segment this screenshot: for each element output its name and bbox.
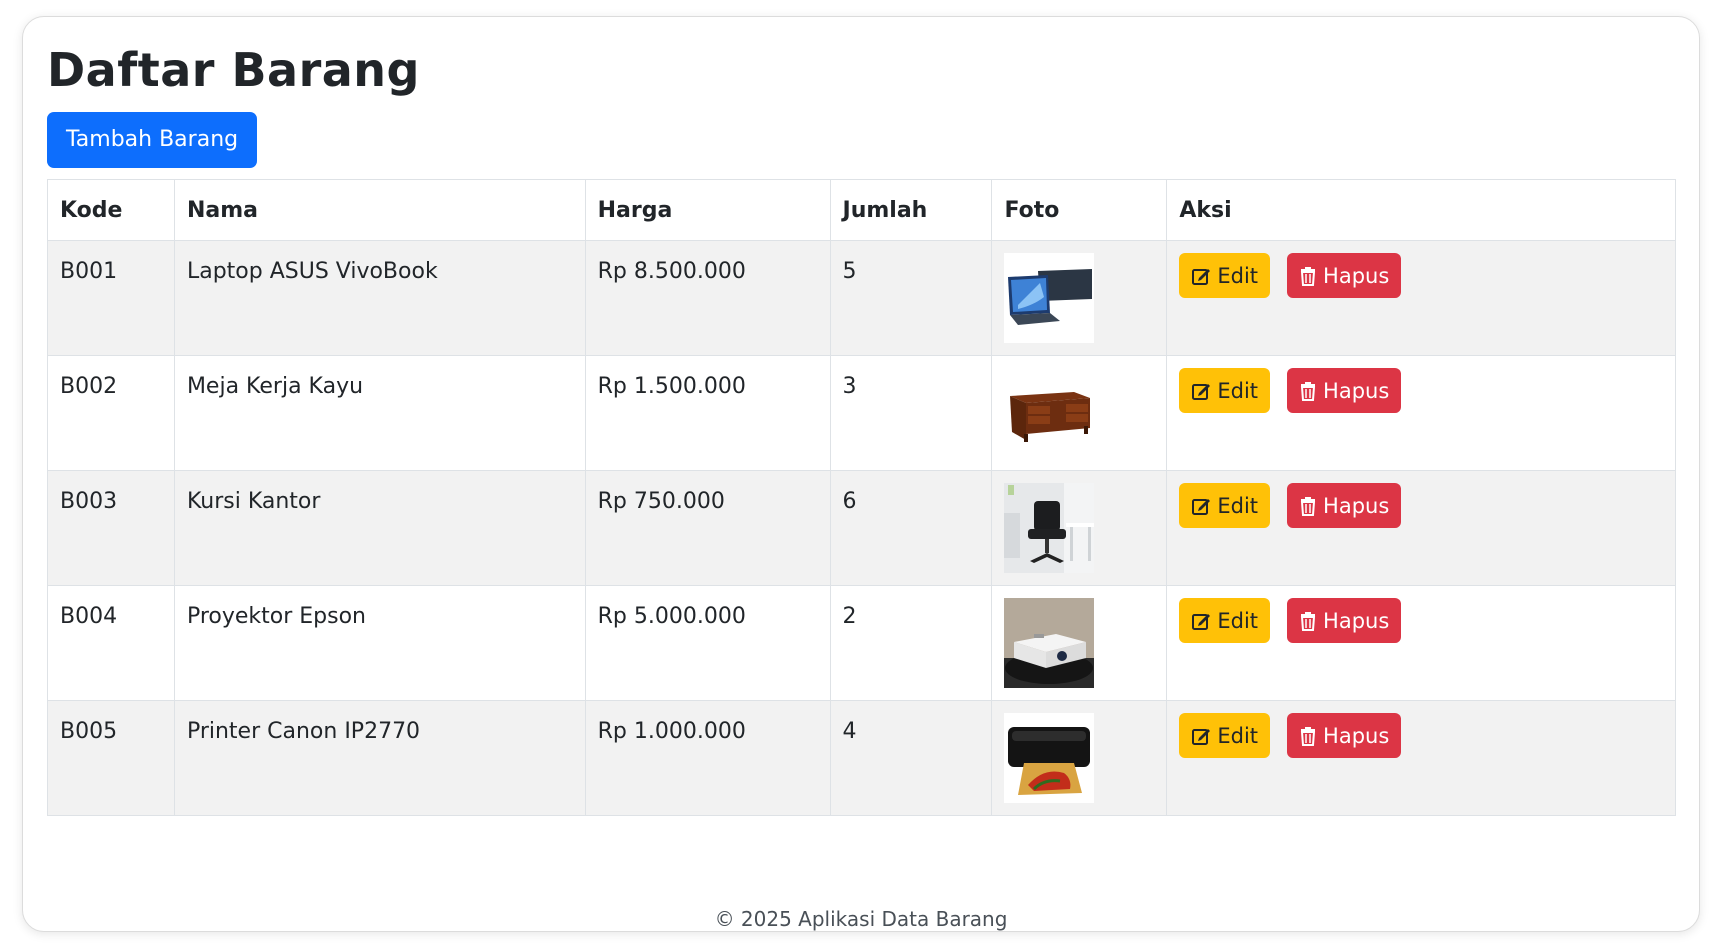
cell-aksi: Edit Hapus (1166, 585, 1676, 701)
delete-label: Hapus (1323, 608, 1390, 633)
table-header-row: Kode Nama Harga Jumlah Foto Aksi (47, 179, 1676, 241)
header-foto: Foto (991, 179, 1168, 241)
cell-kode: B004 (47, 585, 175, 701)
cell-nama: Kursi Kantor (173, 470, 586, 586)
chair-photo (1004, 483, 1095, 573)
cell-aksi: Edit Hapus (1166, 700, 1676, 816)
delete-button[interactable]: Hapus (1287, 253, 1402, 298)
edit-label: Edit (1217, 378, 1259, 403)
header-kode: Kode (47, 179, 175, 241)
trash-icon (1300, 381, 1316, 401)
printer-photo (1004, 713, 1095, 803)
edit-button[interactable]: Edit (1179, 713, 1271, 758)
trash-icon (1300, 611, 1316, 631)
laptop-photo (1004, 253, 1095, 343)
header-jumlah: Jumlah (829, 179, 993, 241)
cell-harga: Rp 750.000 (584, 470, 831, 586)
table-row: B005 Printer Canon IP2770 Rp 1.000.000 4 (47, 700, 1676, 816)
cell-nama: Laptop ASUS VivoBook (173, 240, 586, 356)
cell-foto (991, 355, 1168, 471)
trash-icon (1300, 496, 1316, 516)
cell-aksi: Edit Hapus (1166, 240, 1676, 356)
pencil-square-icon (1192, 728, 1211, 745)
edit-button[interactable]: Edit (1179, 483, 1271, 528)
add-item-button[interactable]: Tambah Barang (47, 112, 258, 168)
pencil-square-icon (1192, 613, 1211, 630)
cell-foto (991, 700, 1168, 816)
edit-label: Edit (1217, 263, 1259, 288)
cell-nama: Meja Kerja Kayu (173, 355, 586, 471)
cell-kode: B003 (47, 470, 175, 586)
table-row: B001 Laptop ASUS VivoBook Rp 8.500.000 5 (47, 240, 1676, 356)
cell-jumlah: 5 (829, 240, 993, 356)
items-table: Kode Nama Harga Jumlah Foto Aksi B001 La… (47, 179, 1676, 816)
table-row: B003 Kursi Kantor Rp 750.000 6 Edit Hapu… (47, 470, 1676, 586)
cell-harga: Rp 1.500.000 (584, 355, 831, 471)
cell-foto (991, 470, 1168, 586)
cell-harga: Rp 8.500.000 (584, 240, 831, 356)
cell-jumlah: 6 (829, 470, 993, 586)
projector-photo (1004, 598, 1095, 688)
page-footer: © 2025 Aplikasi Data Barang (714, 907, 1008, 931)
pencil-square-icon (1192, 268, 1211, 285)
edit-label: Edit (1217, 608, 1259, 633)
pencil-square-icon (1192, 383, 1211, 400)
cell-kode: B001 (47, 240, 175, 356)
cell-aksi: Edit Hapus (1166, 355, 1676, 471)
cell-jumlah: 4 (829, 700, 993, 816)
edit-label: Edit (1217, 493, 1259, 518)
delete-label: Hapus (1323, 493, 1390, 518)
pencil-square-icon (1192, 498, 1211, 515)
table-row: B002 Meja Kerja Kayu Rp 1.500.000 3 Edit… (47, 355, 1676, 471)
edit-label: Edit (1217, 723, 1259, 748)
header-nama: Nama (173, 179, 586, 241)
delete-button[interactable]: Hapus (1287, 598, 1402, 643)
edit-button[interactable]: Edit (1179, 253, 1271, 298)
table-row: B004 Proyektor Epson Rp 5.000.000 2 Edit… (47, 585, 1676, 701)
cell-kode: B005 (47, 700, 175, 816)
trash-icon (1300, 726, 1316, 746)
page-title: Daftar Barang (47, 43, 420, 97)
cell-nama: Printer Canon IP2770 (173, 700, 586, 816)
cell-harga: Rp 1.000.000 (584, 700, 831, 816)
delete-label: Hapus (1323, 263, 1390, 288)
desk-photo (1004, 368, 1095, 458)
edit-button[interactable]: Edit (1179, 598, 1271, 643)
main-card: Daftar Barang Tambah Barang Kode Nama Ha… (22, 16, 1700, 932)
header-harga: Harga (584, 179, 831, 241)
delete-button[interactable]: Hapus (1287, 368, 1402, 413)
delete-label: Hapus (1323, 723, 1390, 748)
cell-foto (991, 585, 1168, 701)
cell-harga: Rp 5.000.000 (584, 585, 831, 701)
delete-label: Hapus (1323, 378, 1390, 403)
edit-button[interactable]: Edit (1179, 368, 1271, 413)
delete-button[interactable]: Hapus (1287, 483, 1402, 528)
trash-icon (1300, 266, 1316, 286)
cell-kode: B002 (47, 355, 175, 471)
cell-foto (991, 240, 1168, 356)
cell-jumlah: 3 (829, 355, 993, 471)
cell-jumlah: 2 (829, 585, 993, 701)
cell-aksi: Edit Hapus (1166, 470, 1676, 586)
delete-button[interactable]: Hapus (1287, 713, 1402, 758)
cell-nama: Proyektor Epson (173, 585, 586, 701)
header-aksi: Aksi (1166, 179, 1676, 241)
